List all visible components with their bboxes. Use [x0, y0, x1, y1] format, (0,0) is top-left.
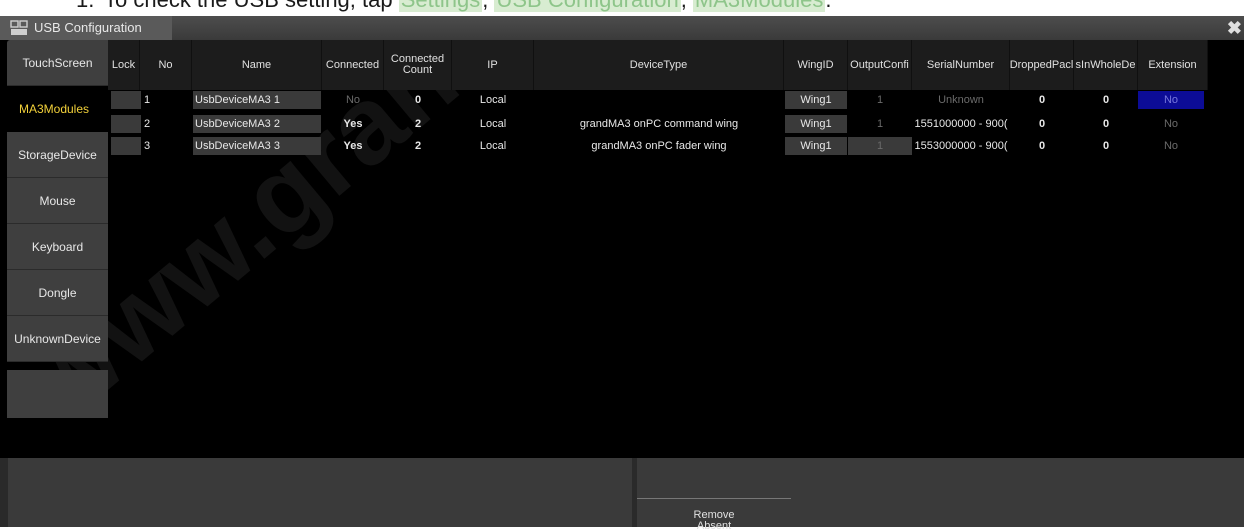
outputconfig-cell[interactable]: 1	[848, 115, 912, 133]
close-icon[interactable]: ✖	[1227, 18, 1242, 39]
name-cell[interactable]: UsbDeviceMA3 3	[193, 137, 321, 155]
connected-cell: Yes	[343, 140, 363, 152]
link-ma3modules[interactable]: MA3Modules	[692, 0, 826, 12]
col-wingid[interactable]: WingID	[784, 40, 848, 90]
instruction-text: 1. To check the USB setting, tap Setting…	[0, 0, 1244, 15]
dropped-cell: 0	[1038, 94, 1046, 106]
whole-cell: 0	[1102, 140, 1110, 152]
count-cell: 2	[414, 118, 422, 130]
col-devicetype[interactable]: DeviceType	[534, 40, 784, 90]
no-cell: 1	[144, 94, 151, 106]
window-title: USB Configuration	[34, 20, 142, 35]
connected-cell: No	[345, 94, 361, 106]
ip-cell: Local	[479, 94, 507, 106]
count-cell: 2	[414, 140, 422, 152]
devicetype-cell: grandMA3 onPC fader wing	[591, 140, 727, 152]
col-inwholedevice[interactable]: sInWholeDe	[1074, 40, 1138, 90]
connected-cell: Yes	[343, 118, 363, 130]
serial-cell: 1551000000 - 900(	[914, 118, 1008, 130]
remove-absent-button[interactable]: Remove Absent	[637, 499, 791, 532]
no-cell: 2	[144, 118, 151, 130]
bottom-panel-left	[8, 458, 632, 527]
tab-dongle[interactable]: Dongle	[7, 270, 108, 316]
name-cell[interactable]: UsbDeviceMA3 1	[193, 91, 321, 109]
col-no[interactable]: No	[140, 40, 192, 90]
sidebar-filler	[7, 370, 108, 418]
count-cell: 0	[414, 94, 422, 106]
name-cell[interactable]: UsbDeviceMA3 2	[193, 115, 321, 133]
col-outputconfig[interactable]: OutputConfi	[848, 40, 912, 90]
wingid-cell[interactable]: Wing1	[785, 115, 847, 133]
lock-cell[interactable]	[111, 91, 141, 109]
col-serialnumber[interactable]: SerialNumber	[912, 40, 1010, 90]
tab-storagedevice[interactable]: StorageDevice	[7, 132, 108, 178]
table-row[interactable]: 1 UsbDeviceMA3 1 No 0 Local Wing1 1 Unkn…	[108, 91, 1208, 109]
outputconfig-cell[interactable]: 1	[848, 137, 912, 155]
link-usb-configuration[interactable]: USB Configuration	[494, 0, 681, 12]
sidebar: TouchScreen MA3Modules StorageDevice Mou…	[0, 40, 108, 418]
usb-config-icon	[10, 20, 28, 35]
wingid-cell[interactable]: Wing1	[785, 91, 847, 109]
dropped-cell: 0	[1038, 140, 1046, 152]
col-name[interactable]: Name	[192, 40, 322, 90]
tab-unknowndevice[interactable]: UnknownDevice	[7, 316, 108, 362]
link-settings[interactable]: Settings	[398, 0, 483, 12]
serial-cell: Unknown	[938, 94, 984, 106]
extension-cell[interactable]: No	[1138, 91, 1204, 109]
instruction-number: 1.	[76, 0, 94, 13]
lock-cell[interactable]	[111, 137, 141, 155]
col-connected-count[interactable]: Connected Count	[384, 40, 452, 90]
tab-touchscreen[interactable]: TouchScreen	[7, 40, 108, 86]
tab-keyboard[interactable]: Keyboard	[7, 224, 108, 270]
col-extension[interactable]: Extension	[1138, 40, 1208, 90]
devicetype-cell: grandMA3 onPC command wing	[579, 118, 739, 130]
table-row[interactable]: 3 UsbDeviceMA3 3 Yes 2 Local grandMA3 on…	[108, 137, 1208, 155]
table-row[interactable]: 2 UsbDeviceMA3 2 Yes 2 Local grandMA3 on…	[108, 115, 1208, 133]
devicetype-cell	[534, 91, 784, 109]
extension-cell[interactable]: No	[1138, 137, 1204, 155]
whole-cell: 0	[1102, 118, 1110, 130]
tab-mouse[interactable]: Mouse	[7, 178, 108, 224]
instruction-sentence: To check the USB setting, tap Settings, …	[104, 0, 831, 13]
dropped-cell: 0	[1038, 118, 1046, 130]
outputconfig-cell[interactable]: 1	[848, 91, 912, 109]
usb-configuration-window: USB Configuration ✖ www.gran TouchScreen…	[0, 15, 1244, 527]
ip-cell: Local	[479, 118, 507, 130]
wingid-cell[interactable]: Wing1	[785, 137, 847, 155]
instruction-body: To check the USB setting, tap	[104, 0, 393, 12]
col-ip[interactable]: IP	[452, 40, 534, 90]
lock-cell[interactable]	[111, 115, 141, 133]
col-lock[interactable]: Lock	[108, 40, 140, 90]
table-header: Lock No Name Connected Connected Count IP…	[108, 40, 1208, 90]
col-droppedpackets[interactable]: DroppedPacl	[1010, 40, 1074, 90]
ip-cell: Local	[479, 140, 507, 152]
serial-cell: 1553000000 - 900(	[914, 140, 1008, 152]
no-cell: 3	[144, 140, 151, 152]
extension-cell[interactable]: No	[1138, 115, 1204, 133]
tab-ma3modules[interactable]: MA3Modules	[0, 86, 108, 132]
col-connected[interactable]: Connected	[322, 40, 384, 90]
whole-cell: 0	[1102, 94, 1110, 106]
title-bar: USB Configuration ✖	[0, 16, 1244, 40]
